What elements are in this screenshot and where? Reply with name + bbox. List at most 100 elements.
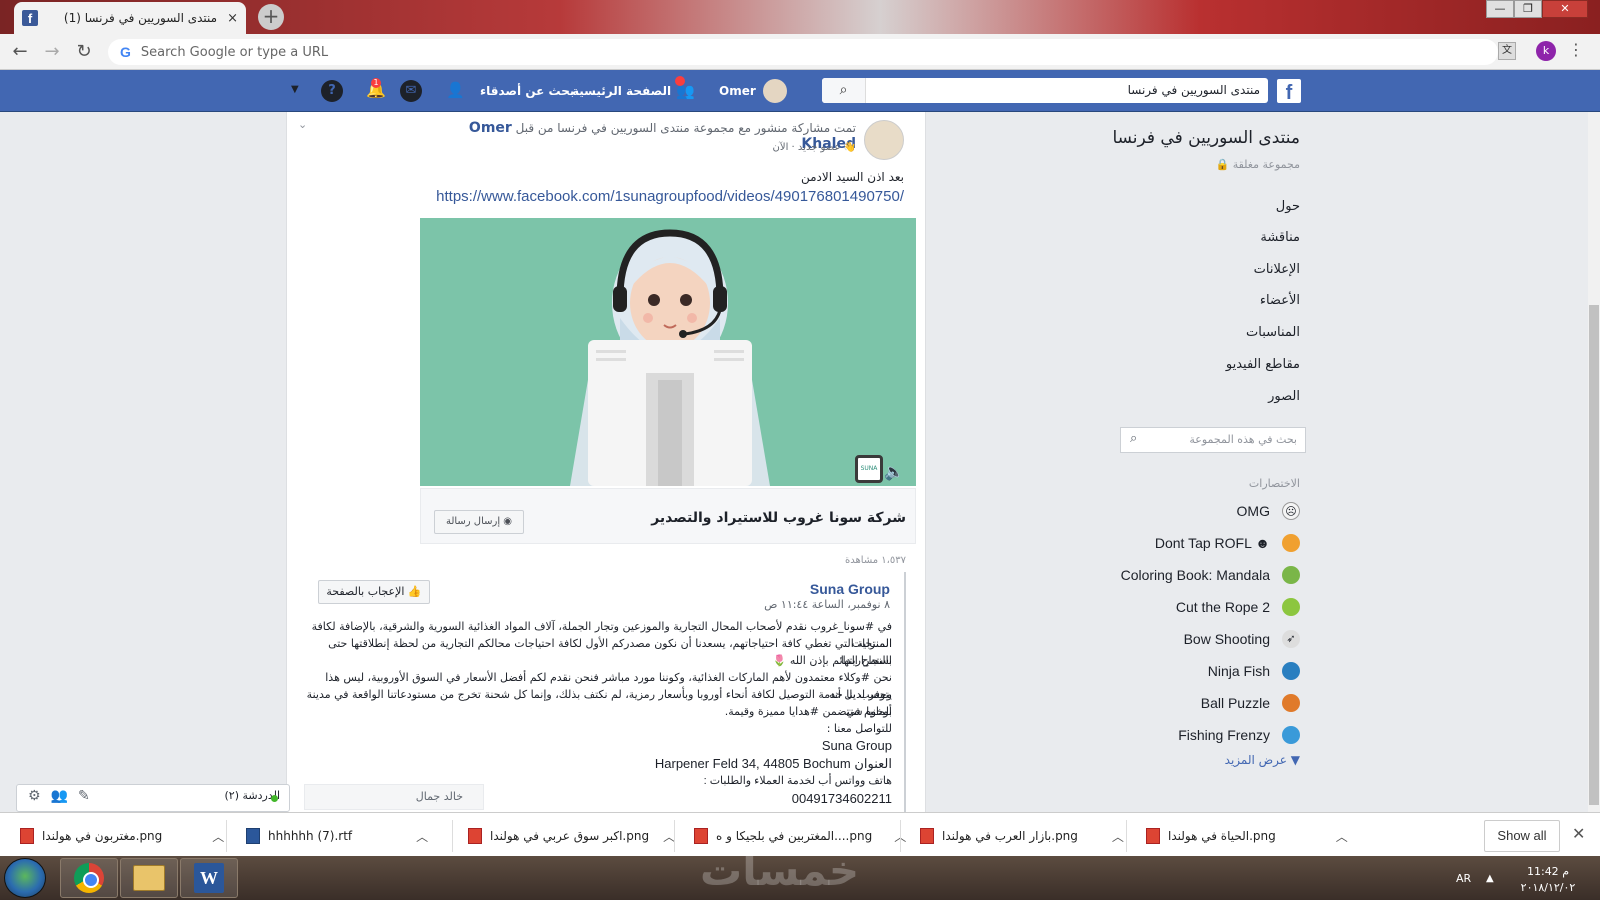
bow-icon: ➶: [1282, 630, 1300, 648]
find-friends-link[interactable]: بحث عن أصدقاء: [480, 84, 574, 98]
add-friends-icon[interactable]: 👥: [51, 788, 78, 804]
chevron-up-icon[interactable]: ︿: [1112, 828, 1124, 845]
chevron-up-icon[interactable]: ︿: [416, 828, 428, 845]
share-description: تمت مشاركة منشور مع مجموعة منتدى السوريي…: [515, 121, 856, 135]
contact-line: Suna Group: [821, 738, 892, 753]
omnibox[interactable]: G Search Google or type a URL: [108, 39, 1498, 65]
sidebar-item-events[interactable]: المناسبات: [1100, 325, 1300, 340]
taskbar-word[interactable]: W: [180, 858, 238, 898]
taskbar-explorer[interactable]: [120, 858, 178, 898]
new-tab-button[interactable]: +: [258, 4, 284, 30]
shortcut-ninja-fish[interactable]: Ninja Fish: [1060, 662, 1300, 680]
download-item[interactable]: hhhhhh (7).rtf ︿: [246, 820, 428, 852]
page-logo-badge: SUNA: [855, 455, 883, 483]
show-all-downloads-button[interactable]: Show all: [1484, 820, 1560, 852]
download-item[interactable]: الحياة في هولندا.png ︿: [1146, 820, 1348, 852]
facebook-search-input[interactable]: منتدى السوريين في فرنسا: [822, 78, 1268, 103]
download-item[interactable]: اكبر سوق عربي في هولندا.png ︿: [468, 820, 675, 852]
shortcuts-heading: الاختصارات: [1248, 477, 1300, 490]
chat-label[interactable]: الدردشة (٢): [130, 789, 280, 802]
account-menu-icon[interactable]: ▼: [291, 84, 299, 95]
group-title[interactable]: منتدى السوريين في فرنسا: [1110, 128, 1300, 148]
post-body: بعد اذن السيد الادمن: [800, 170, 904, 184]
compose-icon[interactable]: ✎: [78, 788, 100, 804]
reload-icon[interactable]: ↻: [72, 41, 96, 62]
facebook-logo-icon[interactable]: f: [1277, 79, 1301, 104]
close-downloads-icon[interactable]: ✕: [1572, 824, 1585, 843]
chevron-up-icon[interactable]: ︿: [1336, 828, 1348, 845]
post-options-chevron-icon[interactable]: ⌄: [298, 118, 307, 131]
people-icon[interactable]: 👤: [446, 81, 465, 99]
shortcut-omg[interactable]: OMG ☹: [1060, 502, 1300, 520]
download-separator: [452, 820, 453, 852]
ball-puzzle-icon: [1282, 694, 1300, 712]
chat-contact-tab[interactable]: خالد جمال: [304, 784, 484, 810]
download-separator: [1126, 820, 1127, 852]
shortcut-label: Fishing Frenzy: [1178, 727, 1270, 743]
download-item[interactable]: بازار العرب في هولندا.png ︿: [920, 820, 1124, 852]
shortcut-coloring-book[interactable]: Coloring Book: Mandala: [1060, 566, 1300, 584]
sidebar-item-members[interactable]: الأعضاء: [1100, 293, 1300, 308]
tray-chevron-icon[interactable]: ▲: [1486, 873, 1494, 884]
chrome-menu-icon[interactable]: ⋮: [1568, 40, 1584, 59]
download-filename: بازار العرب في هولندا.png: [942, 829, 1078, 843]
translate-icon[interactable]: 文: [1498, 42, 1516, 60]
input-language[interactable]: AR: [1456, 872, 1471, 885]
window-close-button[interactable]: ✕: [1542, 0, 1588, 18]
post-link[interactable]: https://www.facebook.com/1sunagroupfood/…: [420, 188, 904, 205]
shared-timestamp[interactable]: ٨ نوفمبر، الساعة ١١:٤٤ ص: [650, 598, 890, 611]
contact-phone: 00491734602211: [791, 791, 892, 806]
group-search-input[interactable]: بحث في هذه المجموعة: [1120, 427, 1306, 453]
tab-title: (1) منتدى السوريين في فرنسا: [63, 11, 218, 25]
shortcut-dont-tap-rofl[interactable]: Dont Tap ROFL ☻: [1060, 534, 1300, 552]
facebook-header-bar: [0, 70, 1600, 112]
messenger-icon[interactable]: ✉: [400, 80, 422, 102]
shared-text-line: ألمانيا ستتضمن #هدايا مميزة وقيمة.: [724, 705, 892, 718]
download-separator: [900, 820, 901, 852]
download-item[interactable]: مغتربون في هولندا.png ︿: [20, 820, 224, 852]
gear-icon[interactable]: ⚙: [28, 788, 51, 804]
maximize-button[interactable]: ❐: [1514, 0, 1542, 18]
home-link[interactable]: الصفحة الرئيسية: [572, 84, 671, 98]
scrollbar-thumb[interactable]: [1589, 305, 1599, 805]
help-icon[interactable]: ?: [321, 80, 343, 102]
profile-avatar[interactable]: k: [1536, 41, 1556, 61]
send-message-button[interactable]: ◉ إرسال رسالة: [434, 510, 524, 534]
show-more-link[interactable]: ▼ عرض المزيد: [1170, 753, 1300, 767]
page-name[interactable]: شركة سونا غروب للاستيراد والتصدير: [560, 510, 906, 526]
shortcut-fishing-frenzy[interactable]: Fishing Frenzy: [1060, 726, 1300, 744]
system-clock[interactable]: 11:42 م ٢٠١٨/١٢/٠٢: [1508, 864, 1588, 896]
tab-close-icon[interactable]: ×: [227, 11, 238, 26]
shortcut-bow-shooting[interactable]: Bow Shooting ➶: [1060, 630, 1300, 648]
like-page-button[interactable]: 👍 الإعجاب بالصفحة: [318, 580, 430, 604]
chevron-up-icon[interactable]: ︿: [212, 828, 224, 845]
search-icon[interactable]: ⌕: [822, 78, 866, 103]
sidebar-item-photos[interactable]: الصور: [1100, 389, 1300, 404]
shared-page-name[interactable]: Suna Group: [700, 581, 890, 597]
forward-arrow-icon[interactable]: →: [40, 41, 64, 62]
shortcut-ball-puzzle[interactable]: Ball Puzzle: [1060, 694, 1300, 712]
sidebar-item-about[interactable]: حول: [1100, 199, 1300, 214]
mute-icon[interactable]: 🔈: [884, 462, 904, 481]
author-avatar[interactable]: [864, 120, 904, 160]
video-player[interactable]: [420, 218, 916, 486]
shared-text-line: بالنجاح الدائم بإذن الله 🌷: [772, 654, 892, 667]
windows-start-button[interactable]: [4, 858, 46, 898]
wave-icon: 👋: [840, 142, 856, 153]
chat-tools: ⚙👥✎: [28, 788, 100, 804]
sidebar-item-announcements[interactable]: الإعلانات: [1100, 262, 1300, 277]
back-arrow-icon[interactable]: ←: [8, 41, 32, 62]
sidebar-item-videos[interactable]: مقاطع الفيديو: [1100, 357, 1300, 372]
sidebar-item-discussion[interactable]: مناقشة: [1100, 230, 1300, 245]
profile-link[interactable]: Omer: [719, 84, 756, 98]
contact-line: العنوان Harpener Feld 34, 44805 Bochum: [654, 756, 892, 771]
minimize-button[interactable]: —: [1486, 0, 1514, 18]
view-count: ١،٥٣٧ مشاهدة: [845, 555, 906, 566]
shortcut-cut-the-rope[interactable]: Cut the Rope 2: [1060, 598, 1300, 616]
download-filename: hhhhhh (7).rtf: [268, 829, 353, 843]
taskbar-chrome[interactable]: [60, 858, 118, 898]
user-avatar[interactable]: [763, 79, 787, 103]
browser-tab-active[interactable]: f (1) منتدى السوريين في فرنسا ×: [14, 2, 246, 34]
png-file-icon: [20, 828, 34, 844]
search-icon: ⌕: [1130, 431, 1138, 446]
